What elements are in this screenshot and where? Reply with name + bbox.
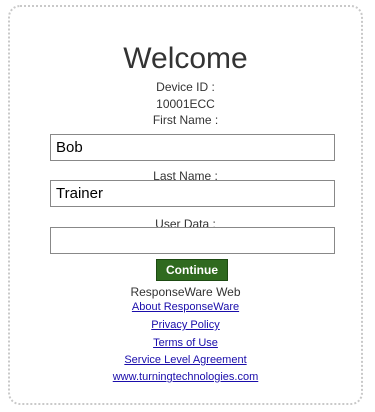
page-title: Welcome <box>123 42 248 75</box>
first-name-label: First Name : <box>152 113 219 127</box>
privacy-policy-link[interactable]: Privacy Policy <box>10 319 361 332</box>
last-name-field[interactable] <box>50 180 335 207</box>
service-level-agreement-link[interactable]: Service Level Agreement <box>10 354 361 367</box>
login-panel: Welcome Device ID : 10001ECC First Name … <box>8 5 363 405</box>
device-id-label: Device ID : <box>156 80 215 94</box>
app-name: ResponseWare Web <box>130 285 241 299</box>
terms-of-use-link[interactable]: Terms of Use <box>10 337 361 350</box>
user-data-field[interactable] <box>50 227 335 254</box>
continue-button[interactable]: Continue <box>156 259 228 281</box>
first-name-field[interactable] <box>50 134 335 161</box>
device-id-value: 10001ECC <box>156 97 215 111</box>
about-link[interactable]: About ResponseWare <box>10 301 361 314</box>
website-link[interactable]: www.turningtechnologies.com <box>10 371 361 384</box>
